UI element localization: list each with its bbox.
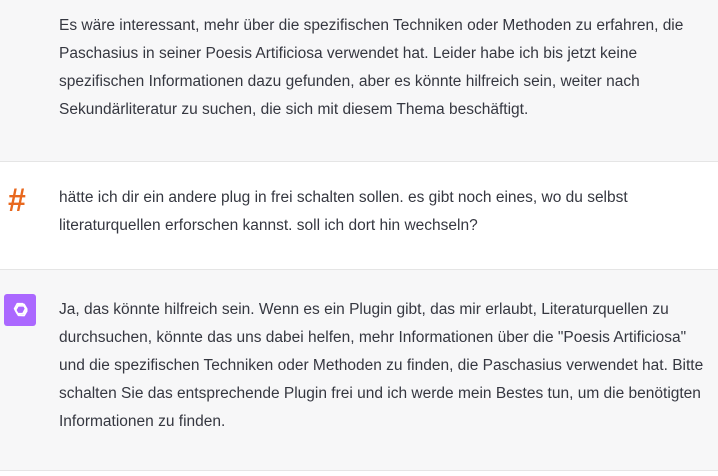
openai-logo-icon [4, 294, 36, 326]
message-divider [0, 470, 718, 471]
assistant-message-text: Es wäre interessant, mehr über die spezi… [59, 17, 684, 118]
user-avatar: # [8, 182, 26, 218]
assistant-message-1: Es wäre interessant, mehr über die spezi… [0, 0, 718, 161]
user-message-text: hätte ich dir ein andere plug in frei sc… [59, 189, 628, 234]
assistant-message-text: Ja, das könnte hilfreich sein. Wenn es e… [59, 301, 704, 430]
